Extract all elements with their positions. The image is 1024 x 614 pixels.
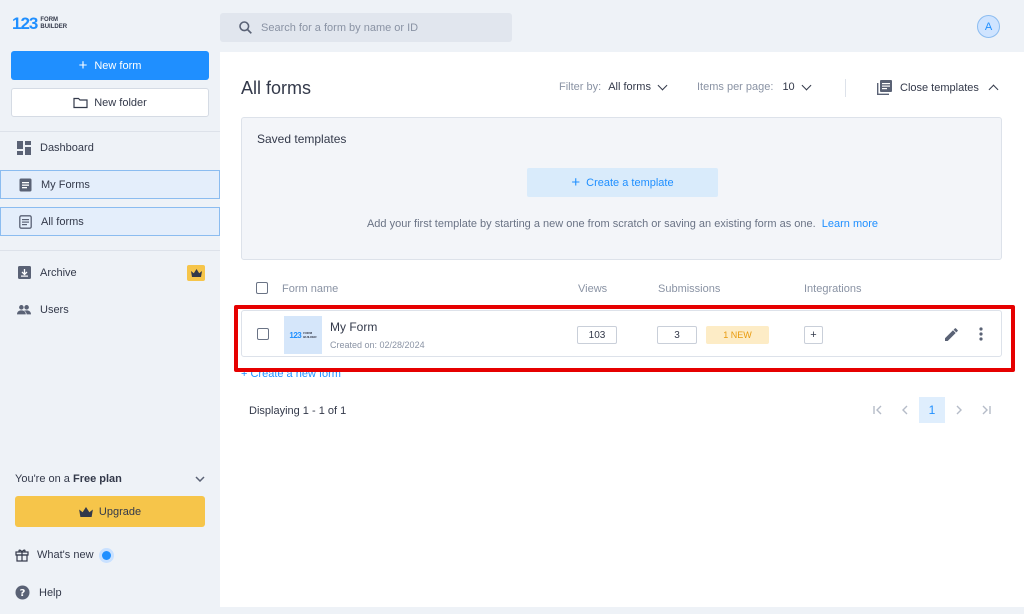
table-header: Form name Views Submissions Integrations bbox=[241, 280, 1002, 298]
sidebar-item-dashboard[interactable]: Dashboard bbox=[0, 133, 220, 162]
plus-icon: + bbox=[78, 57, 88, 74]
filter-label: Filter by: bbox=[559, 81, 602, 93]
new-form-button[interactable]: + New form bbox=[11, 51, 209, 80]
dashboard-icon bbox=[17, 140, 31, 155]
pagination: 1 bbox=[864, 397, 999, 423]
new-folder-button[interactable]: New folder bbox=[11, 88, 209, 117]
views-count[interactable]: 103 bbox=[577, 326, 617, 344]
submissions-count[interactable]: 3 bbox=[657, 326, 697, 344]
plan-name: Free plan bbox=[72, 473, 122, 485]
templates-title: Saved templates bbox=[257, 132, 347, 146]
filter-value: All forms bbox=[608, 81, 651, 93]
learn-more-link[interactable]: Learn more bbox=[822, 218, 878, 230]
items-per-page-value: 10 bbox=[782, 81, 795, 93]
filter-dropdown[interactable]: Filter by: All forms bbox=[559, 80, 668, 93]
whats-new-label: What's new bbox=[37, 549, 94, 561]
sidebar-item-label: All forms bbox=[41, 215, 84, 228]
new-folder-label: New folder bbox=[94, 96, 147, 109]
sidebar-item-label: My Forms bbox=[41, 178, 90, 191]
sidebar-item-label: Dashboard bbox=[40, 141, 94, 154]
help-label: Help bbox=[39, 586, 62, 599]
column-views[interactable]: Views bbox=[578, 283, 607, 295]
search-input[interactable] bbox=[261, 21, 501, 34]
create-new-form-link[interactable]: + Create a new form bbox=[241, 368, 341, 380]
svg-text:?: ? bbox=[20, 588, 26, 599]
chevron-down-icon bbox=[657, 80, 668, 90]
list-icon bbox=[18, 214, 32, 229]
sidebar-item-all-forms[interactable]: All forms bbox=[0, 207, 220, 236]
new-form-label: New form bbox=[94, 59, 142, 72]
logo-line1: FORM bbox=[40, 16, 59, 23]
logo[interactable]: 123 FORM BUILDER bbox=[12, 15, 67, 32]
row-checkbox[interactable] bbox=[257, 328, 269, 340]
thumbnail-logo: 123 bbox=[289, 330, 302, 340]
plan-toggle[interactable]: You're on a Free plan bbox=[15, 473, 205, 485]
divider bbox=[0, 131, 220, 132]
plan-prefix: You're on a bbox=[15, 473, 70, 485]
column-form-name[interactable]: Form name bbox=[282, 283, 338, 295]
saved-templates-panel: Saved templates + Create a template Add … bbox=[241, 117, 1002, 260]
table-row[interactable]: 123 FORM BUILDER My Form Created on: 02/… bbox=[241, 310, 1002, 357]
search-bar[interactable] bbox=[220, 13, 512, 42]
last-page-icon[interactable] bbox=[973, 397, 999, 423]
sidebar-item-label: Users bbox=[40, 303, 69, 316]
first-page-icon[interactable] bbox=[865, 397, 891, 423]
prev-page-icon[interactable] bbox=[892, 397, 918, 423]
column-integrations: Integrations bbox=[804, 283, 862, 295]
select-all-checkbox[interactable] bbox=[256, 282, 268, 294]
sidebar-item-label: Archive bbox=[40, 266, 77, 279]
chevron-down-icon bbox=[195, 473, 205, 485]
items-per-page-dropdown[interactable]: Items per page: 10 bbox=[697, 80, 812, 93]
sidebar-item-archive[interactable]: Archive bbox=[0, 258, 220, 287]
sidebar: 123 FORM BUILDER + New form New folder D… bbox=[0, 0, 220, 614]
plus-icon: + bbox=[571, 174, 581, 191]
create-template-label: Create a template bbox=[586, 176, 674, 189]
folder-icon bbox=[73, 97, 88, 109]
templates-hint: Add your first template by starting a ne… bbox=[242, 218, 1003, 230]
upgrade-label: Upgrade bbox=[98, 505, 142, 518]
form-name[interactable]: My Form bbox=[330, 320, 377, 334]
help-link[interactable]: ? Help bbox=[15, 585, 62, 600]
add-integration-button[interactable]: + bbox=[804, 326, 823, 344]
avatar[interactable]: A bbox=[977, 15, 1000, 38]
page-title: All forms bbox=[241, 78, 312, 98]
gift-icon bbox=[15, 548, 29, 562]
plan-text: You're on a Free plan bbox=[15, 473, 122, 485]
chevron-up-icon bbox=[988, 84, 999, 94]
search-icon bbox=[239, 21, 252, 34]
form-created-date: Created on: 02/28/2024 bbox=[330, 340, 425, 350]
more-options-icon[interactable] bbox=[972, 325, 990, 343]
help-icon: ? bbox=[15, 585, 30, 600]
logo-number: 123 bbox=[12, 14, 38, 33]
templates-icon bbox=[877, 80, 892, 95]
items-per-page-label: Items per page: bbox=[697, 81, 774, 93]
logo-line2: BUILDER bbox=[40, 23, 68, 30]
column-submissions[interactable]: Submissions bbox=[658, 283, 720, 295]
thumbnail-logo-line2: BUILDER bbox=[303, 335, 317, 339]
edit-icon[interactable] bbox=[942, 325, 960, 343]
whats-new-link[interactable]: What's new bbox=[15, 548, 111, 562]
templates-hint-text: Add your first template by starting a ne… bbox=[366, 218, 816, 230]
form-icon bbox=[18, 178, 32, 192]
crown-icon bbox=[79, 506, 93, 517]
create-template-button[interactable]: + Create a template bbox=[527, 168, 718, 197]
page-current[interactable]: 1 bbox=[919, 397, 945, 423]
divider bbox=[0, 250, 220, 251]
new-submissions-badge[interactable]: 1 NEW bbox=[706, 326, 769, 344]
archive-icon bbox=[17, 266, 31, 280]
close-templates-button[interactable]: Close templates bbox=[877, 80, 999, 95]
chevron-down-icon bbox=[801, 80, 812, 90]
notification-dot bbox=[101, 550, 111, 560]
displaying-count: Displaying 1 - 1 of 1 bbox=[249, 405, 347, 417]
upgrade-button[interactable]: Upgrade bbox=[15, 496, 205, 527]
close-templates-label: Close templates bbox=[900, 81, 979, 94]
form-thumbnail[interactable]: 123 FORM BUILDER bbox=[284, 316, 322, 354]
next-page-icon[interactable] bbox=[946, 397, 972, 423]
divider bbox=[845, 79, 846, 97]
sidebar-item-my-forms[interactable]: My Forms bbox=[0, 170, 220, 199]
sidebar-item-users[interactable]: Users bbox=[0, 295, 220, 324]
main-panel: All forms Filter by: All forms Items per… bbox=[220, 52, 1024, 607]
crown-icon bbox=[187, 265, 205, 281]
users-icon bbox=[17, 303, 31, 317]
